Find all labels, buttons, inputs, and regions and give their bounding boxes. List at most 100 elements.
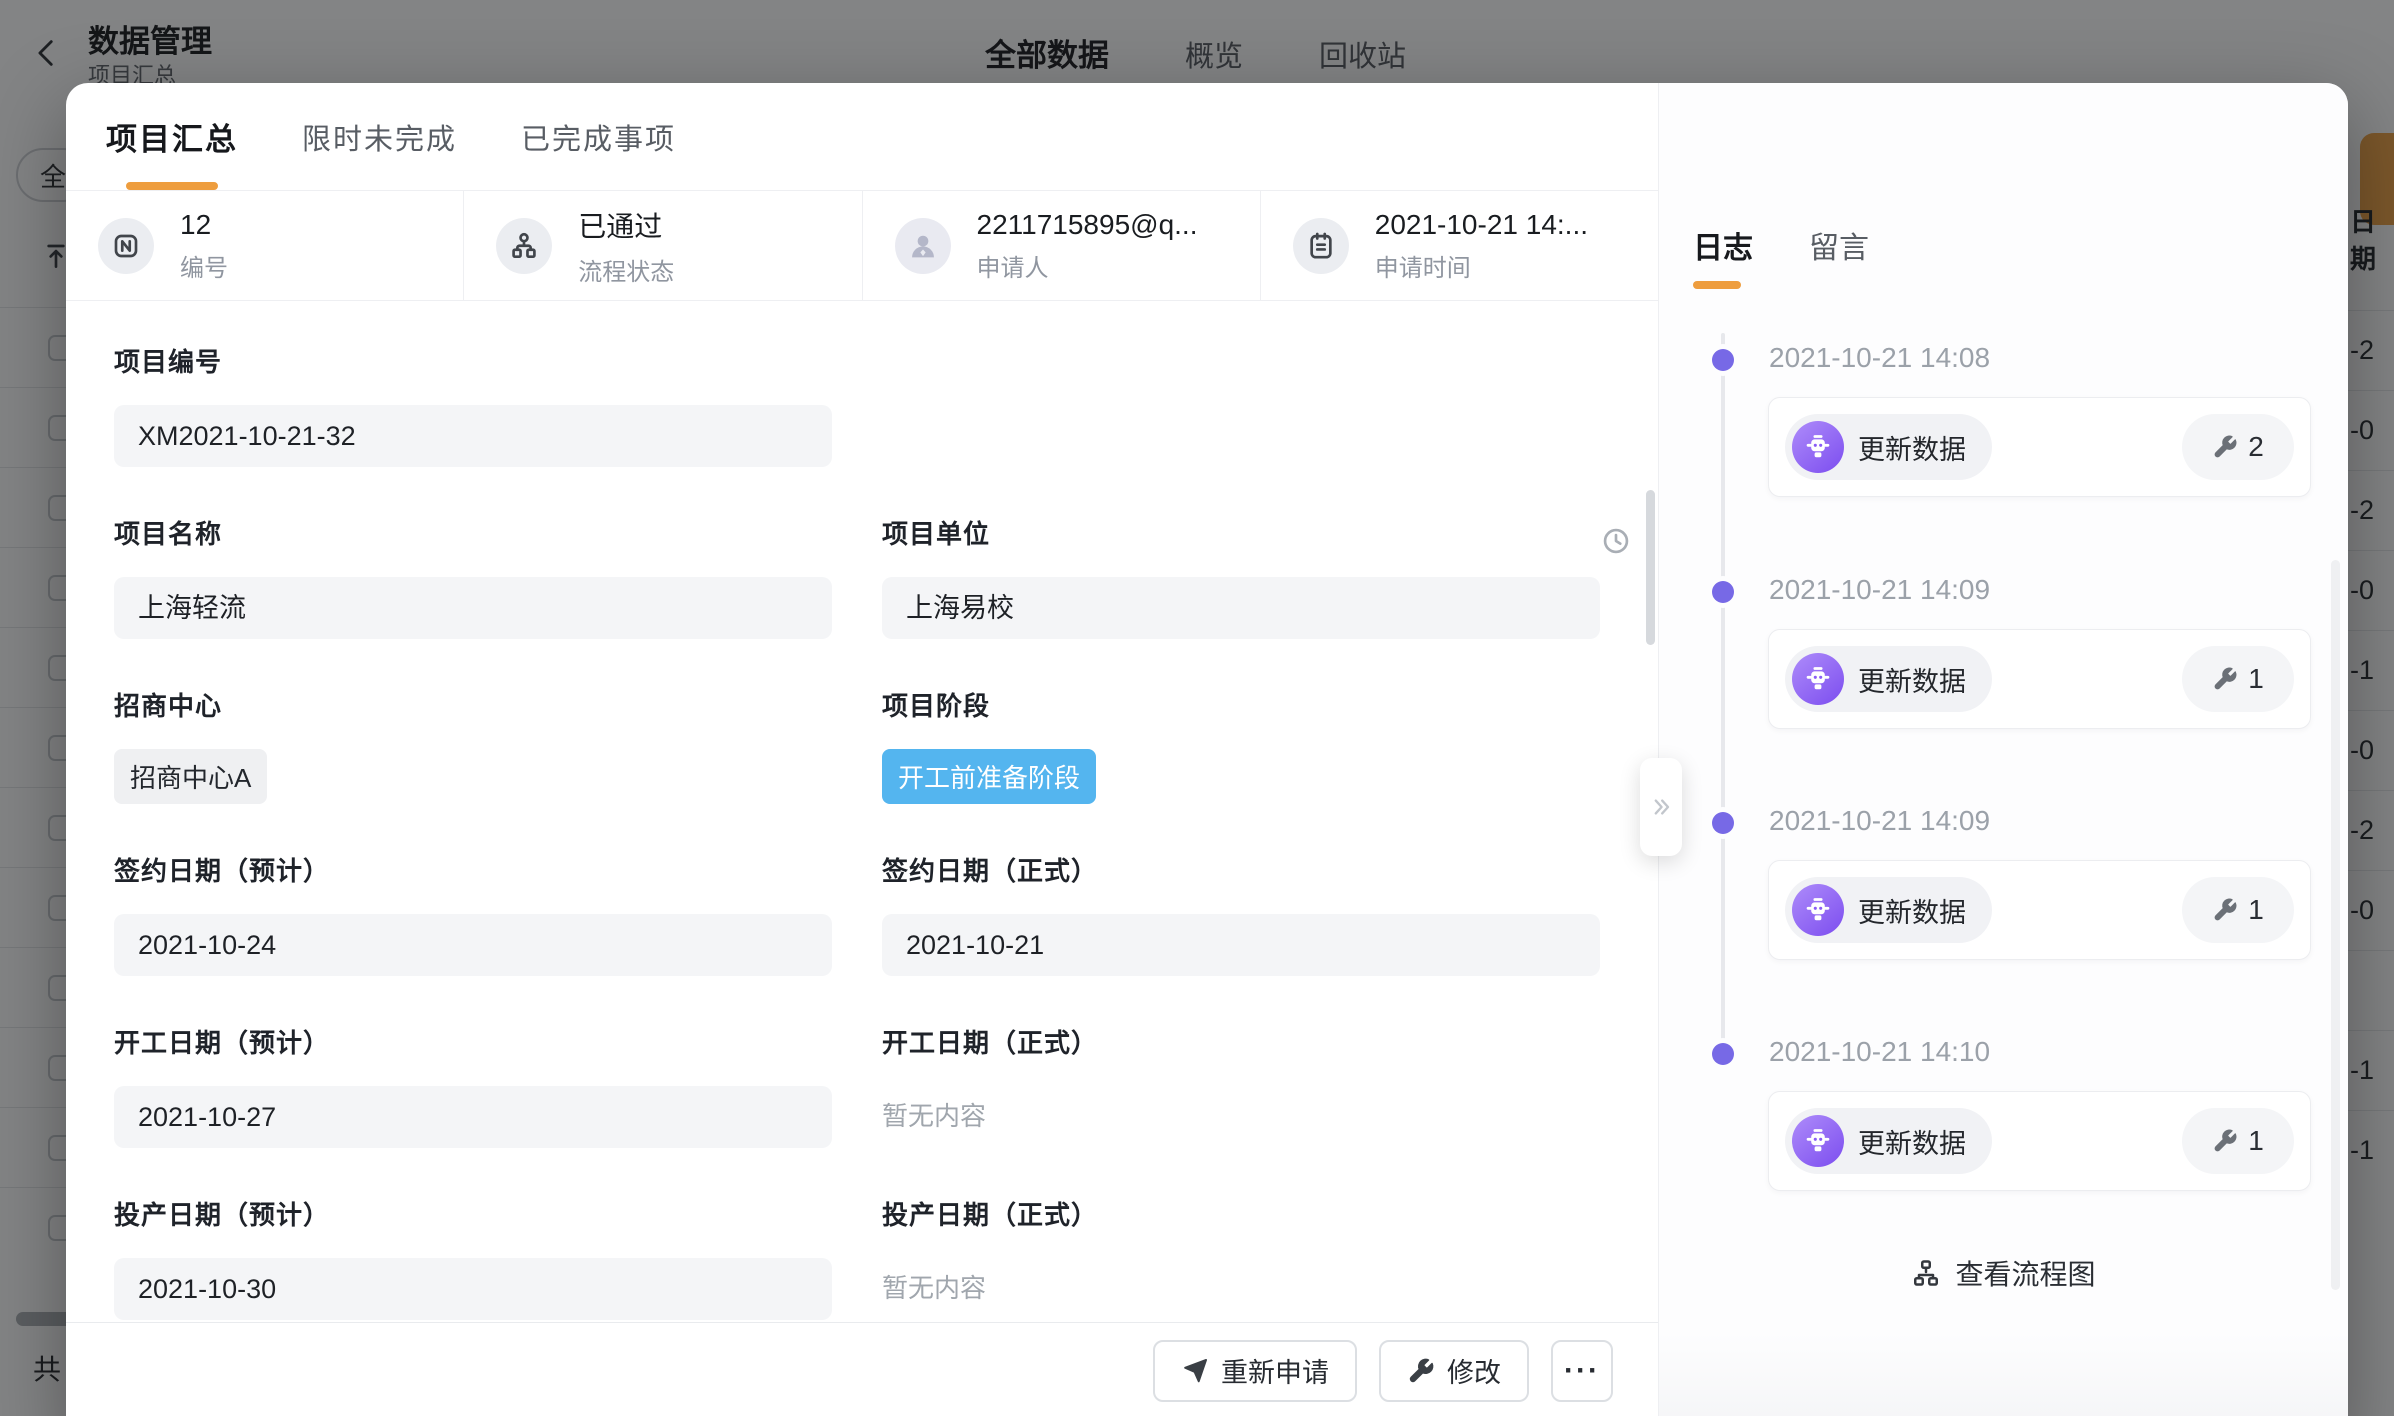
field-value-tag: 招商中心A (114, 749, 267, 804)
field-label: 签约日期（正式） (882, 856, 1600, 886)
info-icon-circle (98, 218, 154, 274)
modal-tab-1[interactable]: 项目汇总 (106, 83, 238, 190)
change-count: 2 (2248, 431, 2264, 463)
change-count-pill[interactable]: 1 (2182, 646, 2294, 712)
form-field-9: 开工日期（预计） 2021-10-27 (114, 1028, 832, 1148)
wrench-icon (2212, 666, 2238, 692)
log-timestamp: 2021-10-21 14:10 (1769, 1036, 1990, 1068)
timeline-dot (1712, 812, 1734, 834)
log-action-pill: 更新数据 (1785, 414, 1992, 480)
form-field-6: 项目阶段开工前准备阶段 (882, 691, 1600, 804)
log-entry[interactable]: 更新数据 2 (1768, 397, 2311, 497)
timeline-dot (1712, 349, 1734, 371)
log-action-label: 更新数据 (1858, 891, 1966, 930)
sidebar-tab-1[interactable]: 日志 (1693, 223, 1753, 267)
info-card-row: 12编号 已通过流程状态 2211715895@q... 申请人 2021-10-21 … (66, 191, 1658, 301)
robot-icon (1801, 893, 1835, 927)
footer-button-1[interactable]: 重新申请 (1153, 1340, 1357, 1402)
field-value-input[interactable]: 2021-10-30 (114, 1258, 832, 1320)
wrench-icon (2212, 434, 2238, 460)
modal-tab-2[interactable]: 限时未完成 (302, 83, 457, 190)
field-label: 项目单位 (882, 519, 1600, 549)
change-count: 1 (2248, 663, 2264, 695)
footer-button-3[interactable]: ··· (1551, 1340, 1613, 1402)
log-timestamp: 2021-10-21 14:09 (1769, 805, 1990, 837)
log-action-label: 更新数据 (1858, 1122, 1966, 1161)
field-label: 招商中心 (114, 691, 832, 721)
robot-icon (1801, 662, 1835, 696)
form-field-4: 项目单位上海易校 (882, 519, 1600, 639)
info-card-texts: 2021-10-21 14:...申请时间 (1375, 209, 1588, 283)
log-sidebar: 日志 留言 2021-10-21 14:08 更新数据 2 2021-10-21 14:… (1659, 83, 2348, 1416)
change-count-pill[interactable]: 1 (2182, 877, 2294, 943)
field-label: 开工日期（正式） (882, 1028, 1600, 1058)
view-flowchart-link[interactable]: 查看流程图 (1659, 1253, 2348, 1293)
log-timestamp: 2021-10-21 14:08 (1769, 342, 1990, 374)
change-count: 1 (2248, 894, 2264, 926)
form-panel: 项目编号XM2021-10-21-32项目名称上海轻流项目单位上海易校招商中心招… (66, 301, 1658, 1416)
field-label: 签约日期（预计） (114, 856, 832, 886)
form-scrollbar[interactable] (1646, 490, 1655, 645)
info-card-texts: 已通过流程状态 (578, 205, 674, 287)
robot-avatar (1792, 653, 1844, 705)
view-flowchart-label: 查看流程图 (1955, 1253, 2095, 1293)
info-card-label: 申请人 (977, 248, 1198, 283)
footer-button-2[interactable]: 修改 (1379, 1340, 1529, 1402)
form-field-3: 项目名称上海轻流 (114, 519, 832, 639)
n-badge-icon (110, 230, 142, 262)
log-action-pill: 更新数据 (1785, 877, 1992, 943)
wrench-icon (2212, 897, 2238, 923)
chevrons-right-icon (1647, 793, 1675, 821)
change-count: 1 (2248, 1125, 2264, 1157)
field-value-tag: 开工前准备阶段 (882, 749, 1096, 804)
robot-icon (1801, 1124, 1835, 1158)
collapse-sidebar-button[interactable] (1640, 758, 1682, 856)
robot-avatar (1792, 421, 1844, 473)
info-card-label: 编号 (180, 248, 228, 283)
timeline-dot (1712, 581, 1734, 603)
field-value-input[interactable]: 上海轻流 (114, 577, 832, 639)
history-clock-icon[interactable] (1600, 525, 1632, 557)
form-field-1: 项目编号XM2021-10-21-32 (114, 347, 832, 467)
change-count-pill[interactable]: 2 (2182, 414, 2294, 480)
log-action-pill: 更新数据 (1785, 646, 1992, 712)
log-action-pill: 更新数据 (1785, 1108, 1992, 1174)
log-entry[interactable]: 更新数据 1 (1768, 629, 2311, 729)
field-value-input[interactable]: 2021-10-24 (114, 914, 832, 976)
info-card-流程状态: 已通过流程状态 (464, 191, 862, 300)
screen: 数据管理 项目汇总 全部数据概览回收站 全 共 日期 -2-0-2-0-1-0-… (0, 0, 2394, 1416)
field-value-input[interactable]: 2021-10-21 (882, 914, 1600, 976)
robot-icon (1801, 430, 1835, 464)
field-value-input[interactable]: XM2021-10-21-32 (114, 405, 832, 467)
log-entry[interactable]: 更新数据 1 (1768, 860, 2311, 960)
log-timestamp: 2021-10-21 14:09 (1769, 574, 1990, 606)
field-value-input[interactable]: 2021-10-27 (114, 1086, 832, 1148)
flowchart-icon (1911, 1258, 1941, 1288)
log-action-label: 更新数据 (1858, 660, 1966, 699)
info-card-申请人: 2211715895@q... 申请人 (863, 191, 1261, 300)
form-spacer (882, 347, 1600, 467)
info-card-label: 申请时间 (1375, 248, 1588, 283)
sidebar-tab-2[interactable]: 留言 (1809, 223, 1869, 267)
info-card-label: 流程状态 (578, 252, 674, 287)
change-count-pill[interactable]: 1 (2182, 1108, 2294, 1174)
sidebar-bottom-fade (1659, 1333, 2348, 1416)
avatar-icon (907, 230, 939, 262)
info-card-value: 2211715895@q... (977, 209, 1198, 241)
field-label: 开工日期（预计） (114, 1028, 832, 1058)
modal-tab-3[interactable]: 已完成事项 (521, 83, 676, 190)
robot-avatar (1792, 1115, 1844, 1167)
robot-avatar (1792, 884, 1844, 936)
log-entry[interactable]: 更新数据 1 (1768, 1091, 2311, 1191)
info-card-texts: 2211715895@q... 申请人 (977, 209, 1198, 283)
info-card-编号: 12编号 (66, 191, 464, 300)
calendar-icon (1305, 230, 1337, 262)
info-icon-circle (895, 218, 951, 274)
form-field-7: 签约日期（预计） 2021-10-24 (114, 856, 832, 976)
form-field-10: 开工日期（正式）暂无内容 (882, 1028, 1600, 1148)
field-label: 项目名称 (114, 519, 832, 549)
sidebar-scrollbar[interactable] (2331, 560, 2340, 1290)
field-value-input[interactable]: 上海易校 (882, 577, 1600, 639)
footer-action-bar: 重新申请修改 ··· (66, 1322, 1658, 1416)
field-empty-placeholder: 暂无内容 (882, 1258, 1600, 1305)
